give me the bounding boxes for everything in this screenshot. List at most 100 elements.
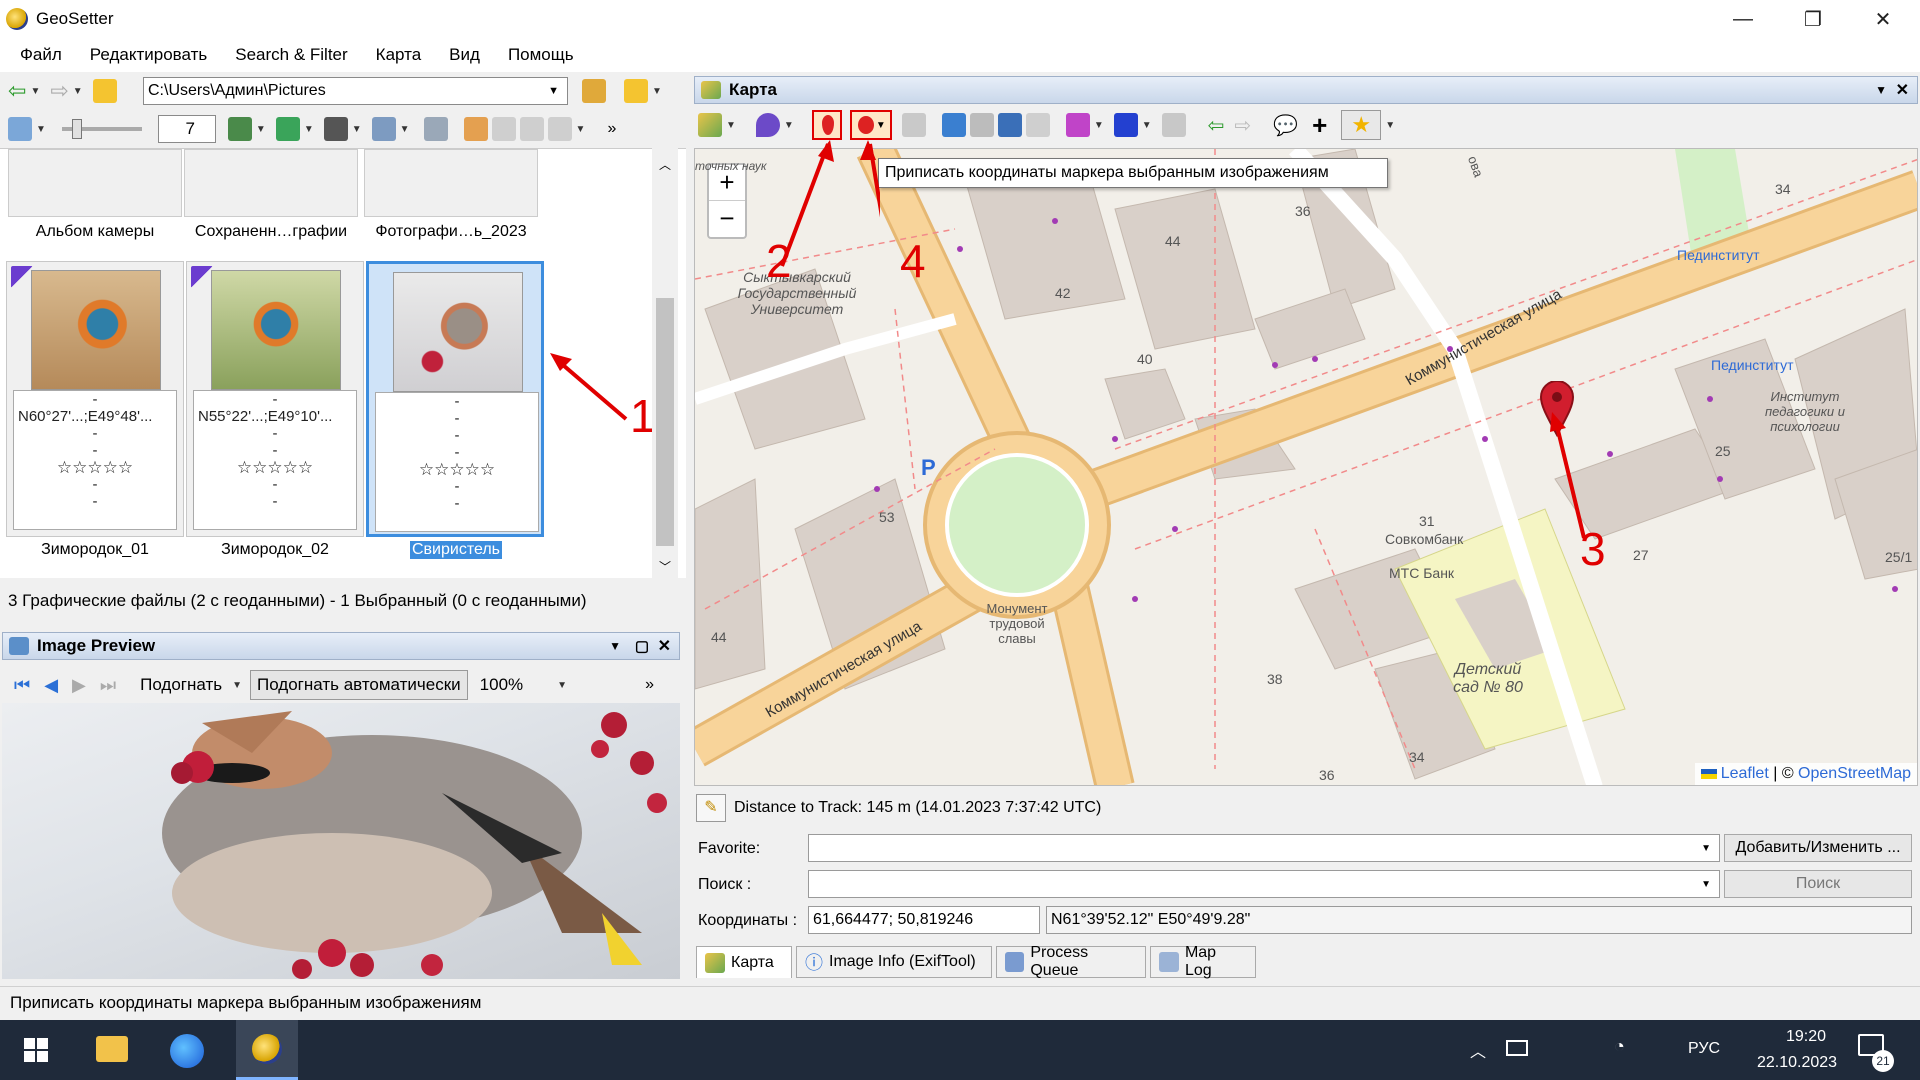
duplicate-dropdown-icon[interactable]: ▼: [576, 124, 586, 135]
paste-icon[interactable]: [519, 117, 544, 141]
clock-time[interactable]: 19:20: [1766, 1028, 1846, 1046]
map-type-icon[interactable]: [698, 113, 722, 137]
scroll-thumb[interactable]: [656, 298, 674, 546]
track-purple-icon[interactable]: [1065, 113, 1090, 137]
sort-dropdown-icon[interactable]: ▼: [256, 124, 266, 135]
track-blue-icon[interactable]: [1113, 113, 1138, 137]
thumbnail-size-slider[interactable]: [61, 119, 142, 139]
forward-arrow-icon[interactable]: ⇨: [50, 78, 68, 104]
battery-icon[interactable]: [1506, 1040, 1528, 1056]
plus-icon[interactable]: +: [1312, 110, 1327, 141]
close-window-button[interactable]: ✕: [1850, 0, 1916, 38]
map-type-dropdown-icon[interactable]: ▼: [726, 120, 736, 131]
map-back-icon[interactable]: ⇦: [1208, 113, 1225, 138]
zoom-to-fit-icon[interactable]: [1025, 113, 1050, 137]
favorites-folder-icon[interactable]: [624, 79, 648, 103]
tab-image-info[interactable]: ⓘ Image Info (ExifTool): [796, 946, 992, 978]
menu-search-filter[interactable]: Search & Filter: [221, 45, 361, 65]
tab-map[interactable]: Карта: [696, 946, 792, 978]
scroll-down-icon[interactable]: ﹀: [659, 558, 671, 575]
favorites-dropdown-icon[interactable]: ▼: [652, 86, 662, 97]
binoculars-icon[interactable]: [323, 117, 348, 141]
favorites-star-dropdown-icon[interactable]: ▼: [1385, 120, 1395, 131]
next-image-icon[interactable]: ▶: [72, 675, 86, 696]
toolbar-overflow-icon[interactable]: »: [607, 120, 616, 138]
image-thumbnail[interactable]: - N55°22'...;E49°10'... -- ☆☆☆☆☆ --: [186, 261, 364, 537]
folder-up-icon[interactable]: [92, 79, 117, 103]
path-combobox[interactable]: C:\Users\Админ\Pictures ▼: [143, 77, 568, 105]
sort-icon[interactable]: [227, 117, 252, 141]
favorite-combobox[interactable]: ▼: [808, 834, 1720, 862]
track-dropdown-icon[interactable]: ▼: [1094, 120, 1104, 131]
firefox-icon[interactable]: [170, 1034, 204, 1068]
map-forward-icon[interactable]: ⇨: [1234, 113, 1251, 138]
refresh-dropdown-icon[interactable]: ▼: [304, 124, 314, 135]
speech-bubble-icon[interactable]: 💬: [1273, 113, 1298, 138]
menu-file[interactable]: Файл: [6, 45, 76, 65]
first-image-icon[interactable]: ⏮: [14, 675, 30, 696]
panel-menu-icon[interactable]: ▼: [609, 639, 621, 653]
geosetter-taskbar-button[interactable]: [236, 1020, 298, 1080]
tray-chevron-icon[interactable]: ︿: [1470, 1038, 1486, 1062]
osm-link[interactable]: OpenStreetMap: [1798, 765, 1911, 783]
forward-dropdown-icon[interactable]: ▼: [73, 86, 83, 97]
tab-map-log[interactable]: Map Log: [1150, 944, 1256, 979]
search-combobox[interactable]: ▼: [808, 870, 1720, 898]
prev-image-icon[interactable]: ◀: [44, 675, 58, 696]
fit-auto-button[interactable]: Подогнать автоматически: [250, 670, 468, 700]
copy-icon[interactable]: [491, 117, 516, 141]
close-panel-icon[interactable]: ✕: [1896, 80, 1909, 100]
browse-folder-icon[interactable]: [582, 79, 606, 103]
wifi-icon[interactable]: ◔: [1614, 1036, 1625, 1057]
folder-tile[interactable]: [8, 149, 182, 217]
set-marker-button[interactable]: [811, 110, 842, 140]
fit-dropdown-icon[interactable]: ▼: [232, 680, 242, 691]
back-arrow-icon[interactable]: ⇦: [8, 78, 26, 104]
track-blue-dropdown-icon[interactable]: ▼: [1142, 120, 1152, 131]
maximize-panel-icon[interactable]: ▢: [635, 637, 649, 655]
filter-icon[interactable]: [371, 117, 396, 141]
find-dropdown-icon[interactable]: ▼: [352, 124, 362, 135]
edit-data-icon[interactable]: [463, 117, 488, 141]
view-mode-dropdown-icon[interactable]: ▼: [36, 124, 46, 135]
coords-dms-field[interactable]: N61°39'52.12" E50°49'9.28": [1046, 906, 1912, 934]
view-mode-icon[interactable]: [8, 117, 32, 141]
center-map-icon[interactable]: [997, 113, 1022, 137]
preview-overflow-icon[interactable]: »: [645, 676, 654, 694]
assign-coords-button[interactable]: ▼: [849, 110, 892, 140]
tab-process-queue[interactable]: Process Queue: [996, 944, 1146, 979]
zoom-dropdown-icon[interactable]: ▼: [557, 680, 567, 691]
menu-help[interactable]: Помощь: [494, 45, 588, 65]
leaflet-link[interactable]: Leaflet: [1721, 765, 1769, 783]
refresh-icon[interactable]: [275, 117, 300, 141]
menu-edit[interactable]: Редактировать: [76, 45, 221, 65]
marker-icon[interactable]: [755, 113, 780, 137]
hide-markers-icon[interactable]: [969, 113, 994, 137]
duplicate-icon[interactable]: [547, 117, 572, 141]
file-explorer-icon[interactable]: [96, 1036, 128, 1062]
menu-view[interactable]: Вид: [435, 45, 494, 65]
favorites-star-icon[interactable]: ★: [1341, 110, 1382, 140]
add-edit-favorite-button[interactable]: Добавить/Изменить ...: [1724, 834, 1912, 862]
menu-map[interactable]: Карта: [362, 45, 436, 65]
search-button[interactable]: Поиск: [1724, 870, 1912, 898]
language-indicator[interactable]: РУС: [1688, 1040, 1720, 1058]
remove-coords-icon[interactable]: [901, 113, 926, 137]
fit-button[interactable]: Подогнать: [140, 675, 222, 695]
restore-button[interactable]: ❐: [1780, 0, 1846, 38]
panel-menu-icon[interactable]: ▼: [1875, 83, 1887, 97]
image-thumbnail-selected[interactable]: - - -- ☆☆☆☆☆ --: [366, 261, 544, 537]
clock-date[interactable]: 22.10.2023: [1742, 1054, 1852, 1072]
last-image-icon[interactable]: ⏭: [100, 675, 116, 696]
marker-dropdown-icon[interactable]: ▼: [784, 120, 794, 131]
close-panel-icon[interactable]: ✕: [658, 636, 671, 656]
scroll-up-icon[interactable]: ︿: [659, 156, 671, 173]
filter-dropdown-icon[interactable]: ▼: [400, 124, 410, 135]
minimize-button[interactable]: —: [1710, 0, 1776, 38]
track-gray-icon[interactable]: [1161, 113, 1186, 137]
zoom-spinner[interactable]: 7: [157, 115, 216, 143]
back-dropdown-icon[interactable]: ▼: [30, 86, 40, 97]
thumbnail-scrollbar[interactable]: ︿ ﹀: [652, 148, 678, 578]
folder-tile[interactable]: [184, 149, 358, 217]
show-all-markers-icon[interactable]: [941, 113, 966, 137]
